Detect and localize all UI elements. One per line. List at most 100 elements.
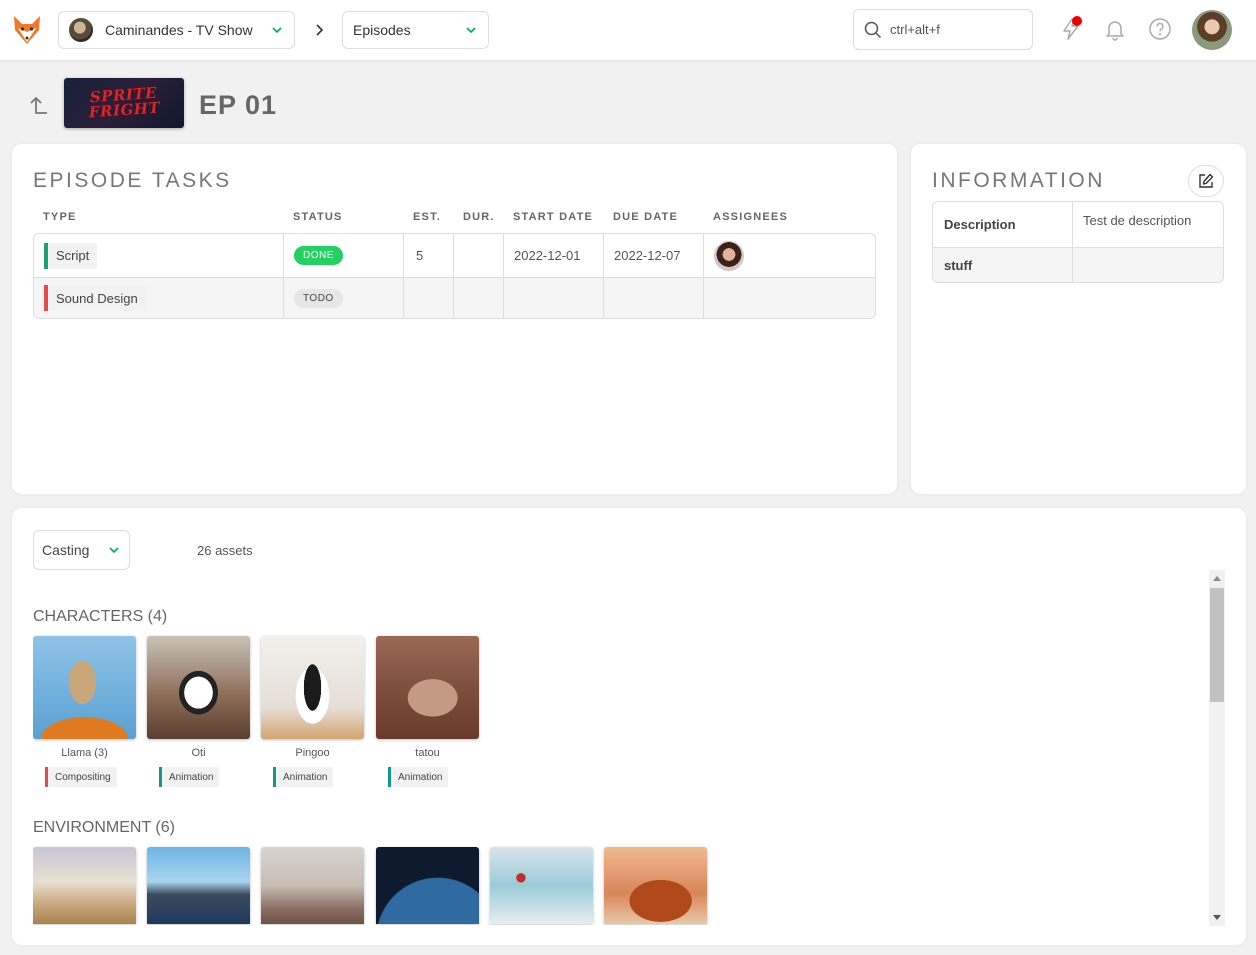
tasks-table-header: TYPE STATUS EST. DUR. START DATE DUE DAT… [33,209,876,233]
characters-section-title: CHARACTERS (4) [33,608,168,625]
section-selector[interactable]: Episodes [342,11,489,49]
asset-name: Llama (3) [61,747,108,759]
asset-name: Oti [191,747,206,759]
edit-icon [1199,173,1214,188]
task-due-date: 2022-12-07 [604,234,704,277]
task-estimate [404,278,454,318]
asset-name: tatou [415,747,440,759]
asset-task-tag[interactable]: Animation [159,767,220,787]
task-duration [454,234,504,277]
asset-task-tag[interactable]: Compositing [45,767,117,787]
asset-name: Pingoo [295,747,330,759]
search-input[interactable] [890,22,1020,37]
info-key: stuff [933,248,1073,282]
col-assignees: ASSIGNEES [713,211,788,223]
casting-selector[interactable]: Casting [33,530,130,570]
asset-card[interactable]: Pingoo Animation [261,636,364,792]
asset-task-tag[interactable]: Animation [388,767,449,787]
asset-thumbnail[interactable] [33,636,136,739]
chevron-down-icon [272,27,282,34]
search-icon [864,21,882,38]
global-search[interactable] [853,9,1033,50]
casting-card: Casting 26 assets CHARACTERS (4) Llama (… [12,508,1246,945]
table-row[interactable]: Sound Design TODO [34,277,875,318]
info-row: stuff [933,247,1223,282]
task-type-chip[interactable]: Sound Design [44,285,146,311]
asset-thumbnail[interactable] [604,847,707,924]
back-arrow-icon[interactable] [28,95,48,117]
casting-selector-label: Casting [42,542,90,558]
project-avatar [69,18,93,42]
asset-thumbnail[interactable] [376,847,479,924]
task-type-color [44,242,48,269]
tasks-table: Script DONE 5 2022-12-01 2022-12-07 Soun… [33,233,876,319]
asset-task-tag[interactable]: Animation [273,767,334,787]
notification-dot [1072,16,1082,26]
asset-thumbnail[interactable] [147,847,250,924]
task-type-color [44,285,48,311]
help-icon[interactable] [1148,17,1172,41]
information-table: Description Test de description stuff [932,201,1224,283]
episode-thumbnail-text: SPRITE FRIGHT [88,83,161,122]
information-card: INFORMATION Description Test de descript… [911,144,1246,494]
asset-count: 26 assets [197,543,253,558]
chevron-down-icon [466,27,476,34]
casting-scrollbar[interactable] [1209,570,1225,926]
chevron-right-icon [316,24,324,36]
asset-thumbnail[interactable] [490,847,593,924]
section-name: Episodes [353,22,411,38]
scroll-up-arrow-icon[interactable] [1213,576,1221,581]
info-value[interactable]: Test de description [1073,202,1223,247]
task-start-date: 2022-12-01 [504,234,604,277]
asset-thumbnail[interactable] [261,636,364,739]
project-selector[interactable]: Caminandes - TV Show [58,11,295,49]
info-key: Description [933,202,1073,247]
asset-thumbnail[interactable] [261,847,364,924]
info-value[interactable] [1073,248,1223,282]
project-name: Caminandes - TV Show [105,22,253,38]
task-type-label: Sound Design [56,290,138,306]
bell-icon[interactable] [1103,17,1127,41]
kitsu-fox-logo[interactable] [12,14,42,46]
status-badge[interactable]: DONE [294,246,343,265]
asset-task-label: Animation [398,771,443,783]
chevron-down-icon [109,547,119,554]
col-status: STATUS [293,211,343,223]
top-bar: Caminandes - TV Show Episodes [0,0,1256,60]
asset-card[interactable]: Llama (3) Compositing [33,636,136,792]
user-avatar[interactable] [1192,10,1232,50]
environment-section-title: ENVIRONMENT (6) [33,819,175,836]
asset-thumbnail[interactable] [376,636,479,739]
scroll-down-arrow-icon[interactable] [1213,915,1221,920]
casting-list: CHARACTERS (4) Llama (3) Compositing Oti… [33,570,1224,925]
col-due-date: DUE DATE [613,211,679,223]
task-type-label: Script [56,248,90,263]
col-start-date: START DATE [513,211,594,223]
col-est: EST. [413,211,442,223]
table-row[interactable]: Script DONE 5 2022-12-01 2022-12-07 [34,234,875,277]
asset-task-label: Compositing [55,771,111,783]
task-estimate: 5 [404,234,454,277]
task-start-date [504,278,604,318]
assignee-avatar[interactable] [714,240,744,271]
asset-task-label: Animation [169,771,214,783]
task-assignees [704,278,875,318]
episode-thumbnail: SPRITE FRIGHT [64,78,184,128]
status-badge[interactable]: TODO [294,288,343,308]
asset-card[interactable]: Oti Animation [147,636,250,792]
edit-button[interactable] [1188,165,1224,197]
col-type: TYPE [43,211,77,223]
task-due-date [604,278,704,318]
scrollbar-thumb[interactable] [1210,588,1224,702]
asset-thumbnail[interactable] [33,847,136,924]
task-type-chip[interactable]: Script [44,242,98,269]
asset-thumbnail[interactable] [147,636,250,739]
information-title: INFORMATION [932,169,1105,192]
episode-tasks-title: EPISODE TASKS [33,169,232,192]
episode-title: EP 01 [199,90,278,120]
info-row: Description Test de description [933,202,1223,247]
episode-tasks-card: EPISODE TASKS TYPE STATUS EST. DUR. STAR… [12,144,897,494]
asset-task-label: Animation [283,771,328,783]
asset-card[interactable]: tatou Animation [376,636,479,792]
task-duration [454,278,504,318]
